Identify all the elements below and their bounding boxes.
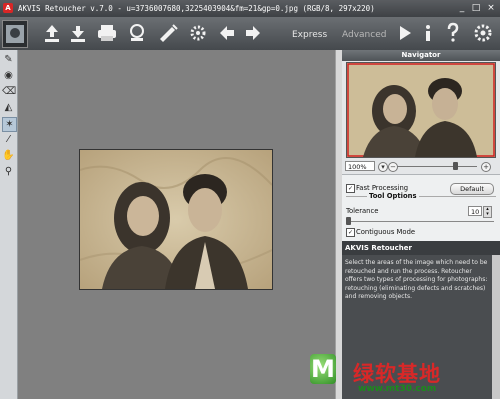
contiguous-mode-label: Contiguous Mode <box>356 228 416 236</box>
main-toolbar: Express Advanced <box>0 17 500 50</box>
redo-arrow-icon[interactable] <box>244 21 262 45</box>
settings-gear-icon[interactable] <box>188 21 208 45</box>
zoom-slider[interactable] <box>397 166 477 167</box>
open-file-icon[interactable] <box>42 21 62 45</box>
maximize-button[interactable]: □ <box>470 2 482 14</box>
brush-tool-icon[interactable]: ✎ <box>2 53 15 66</box>
eraser-tool-icon[interactable]: ⌫ <box>2 85 16 98</box>
contiguous-mode-checkbox[interactable]: ✓ <box>346 228 355 237</box>
info-icon[interactable] <box>422 21 434 45</box>
right-panel: Navigator 100% ▾ − + ✓ Fast Processing D… <box>342 50 500 399</box>
watermark: M 绿软基地 www.mt30.com <box>298 354 498 398</box>
zoom-controls: 100% ▾ − + <box>342 159 500 173</box>
magic-wand-tool-icon[interactable]: ✶ <box>2 117 17 132</box>
brush-settings-icon[interactable] <box>156 21 180 45</box>
watermark-logo: M <box>310 354 336 384</box>
minimize-button[interactable]: _ <box>456 2 468 14</box>
app-logo-icon: A <box>3 3 13 13</box>
hand-tool-icon[interactable]: ✋ <box>2 149 15 162</box>
print-icon[interactable] <box>96 21 118 45</box>
zoom-slider-handle[interactable] <box>452 162 458 170</box>
tolerance-input[interactable]: 10 <box>468 206 482 216</box>
zoom-out-icon[interactable]: − <box>388 162 398 172</box>
zoom-in-icon[interactable]: + <box>481 162 491 172</box>
tool-options-title: Tool Options <box>367 192 419 200</box>
tab-advanced[interactable]: Advanced <box>342 30 386 40</box>
patch-tool-icon[interactable]: ◉ <box>2 69 15 82</box>
watermark-url: www.mt30.com <box>358 384 437 394</box>
tab-express[interactable]: Express <box>292 30 327 40</box>
photo-image[interactable] <box>79 149 273 290</box>
preferences-gear-icon[interactable] <box>472 21 494 45</box>
photo-thumbnail-icon[interactable] <box>2 20 28 48</box>
tolerance-slider[interactable] <box>346 221 494 222</box>
fast-processing-label: Fast Processing <box>356 184 409 192</box>
zoom-tool-icon[interactable]: ⚲ <box>2 165 15 178</box>
tab-advanced-label: Advanced <box>342 30 387 40</box>
tolerance-slider-handle[interactable] <box>346 217 351 225</box>
navigator-preview[interactable] <box>346 62 496 158</box>
tool-palette: ✎ ◉ ⌫ ◭ ✶ ⁄ ✋ ⚲ <box>0 50 18 399</box>
eyedropper-tool-icon[interactable]: ⁄ <box>2 133 15 146</box>
fast-processing-checkbox[interactable]: ✓ <box>346 184 355 193</box>
help-title: AKVIS Retoucher <box>342 241 500 255</box>
help-question-icon[interactable] <box>446 21 460 45</box>
save-file-icon[interactable] <box>68 21 88 45</box>
zoom-select[interactable]: 100% <box>345 161 375 171</box>
window-title: AKVIS Retoucher v.7.0 - u=3736007680,322… <box>18 4 375 13</box>
fill-tool-icon[interactable]: ◭ <box>2 101 15 114</box>
title-bar: A AKVIS Retoucher v.7.0 - u=3736007680,3… <box>0 0 500 17</box>
stamp-icon[interactable] <box>126 21 148 45</box>
undo-arrow-icon[interactable] <box>218 21 236 45</box>
zoom-dropdown-icon[interactable]: ▾ <box>378 162 388 172</box>
navigator-title: Navigator <box>342 50 500 61</box>
default-button[interactable]: Default <box>450 183 494 195</box>
run-play-icon[interactable] <box>398 21 412 45</box>
tolerance-spinner[interactable]: ▴ ▾ <box>483 206 492 218</box>
tolerance-label: Tolerance <box>346 207 379 215</box>
close-button[interactable]: × <box>485 2 497 14</box>
